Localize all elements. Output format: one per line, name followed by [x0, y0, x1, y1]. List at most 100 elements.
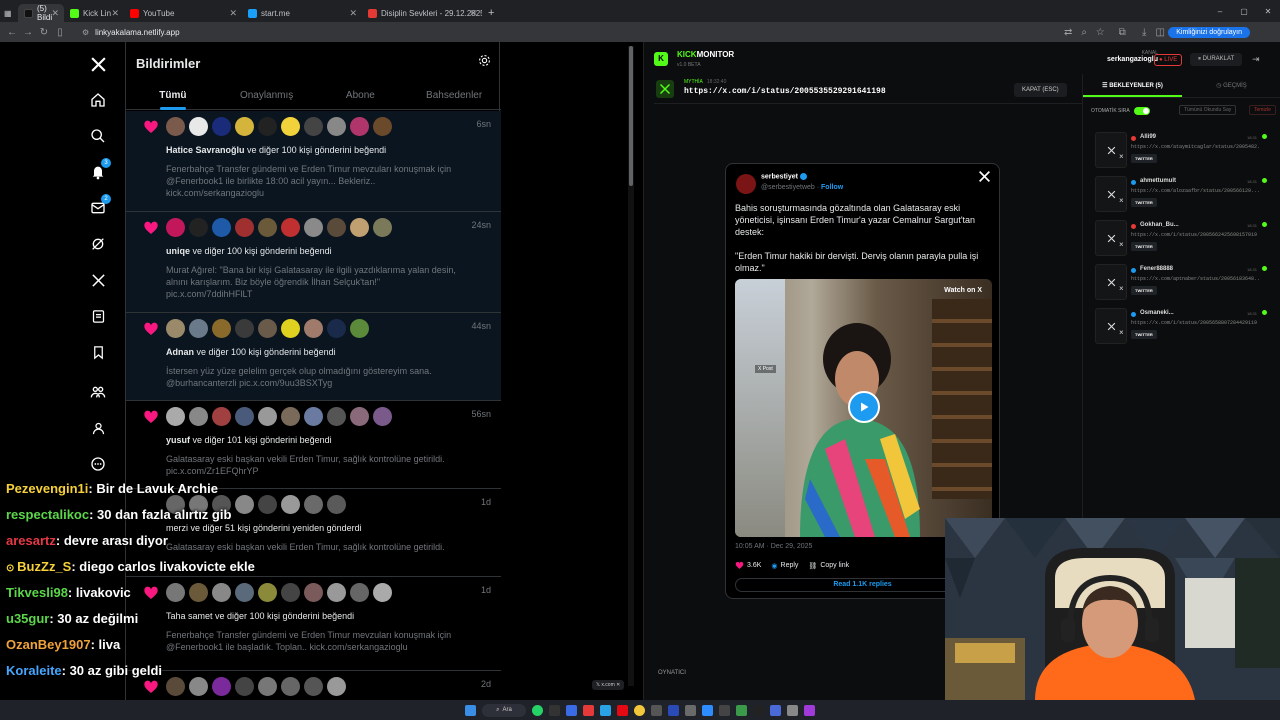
avatar[interactable]	[212, 117, 231, 136]
obs-icon[interactable]	[752, 704, 764, 716]
x-com-chip[interactable]: 𝕏 x.com ✕	[592, 680, 625, 690]
grok-icon[interactable]	[88, 234, 108, 254]
remove-icon[interactable]: ×	[1119, 152, 1124, 161]
avatar[interactable]	[327, 495, 346, 514]
avatar[interactable]	[327, 583, 346, 602]
avatar[interactable]	[235, 319, 254, 338]
remove-icon[interactable]: ×	[1119, 284, 1124, 293]
avatar[interactable]	[281, 218, 300, 237]
close-window-icon[interactable]: ✕	[1256, 7, 1280, 16]
messages-icon[interactable]: 2	[88, 194, 111, 218]
browser-tab-youtube[interactable]: YouTube ✕	[124, 4, 242, 22]
tab-mentions[interactable]: Bahsedenler	[407, 82, 501, 109]
notification-item[interactable]: 6sn Hatice Savranoğlu ve diğer 100 kişi …	[126, 111, 501, 212]
sidebar-toggle-icon[interactable]: ▯	[52, 27, 68, 38]
browser-tab-kick[interactable]: Kick Lin ✕	[64, 4, 124, 22]
download-icon[interactable]: ⤓	[1136, 27, 1152, 38]
avatar[interactable]	[373, 218, 392, 237]
telegram-icon[interactable]	[599, 704, 611, 716]
remove-icon[interactable]: ×	[1119, 196, 1124, 205]
home-icon[interactable]	[88, 90, 108, 110]
mark-all-read-button[interactable]: Tümünü Okundu Say	[1179, 105, 1237, 115]
notifications-icon[interactable]: 3	[88, 158, 111, 182]
avatar[interactable]	[258, 117, 277, 136]
queue-link[interactable]: https://x.com/i/status/20056588072844291…	[1131, 320, 1259, 326]
app-icon[interactable]	[769, 704, 781, 716]
chrome-icon[interactable]	[633, 704, 645, 716]
avatar[interactable]	[258, 218, 277, 237]
avatar[interactable]	[281, 407, 300, 426]
avatar[interactable]	[373, 117, 392, 136]
remove-icon[interactable]: ×	[1119, 328, 1124, 337]
pause-button[interactable]: ⏸ DURAKLAT	[1190, 53, 1243, 66]
gear-icon[interactable]	[478, 54, 491, 72]
avatar[interactable]	[350, 218, 369, 237]
queue-item[interactable]: × Alli99 18:31 https://x.com/ataymitcagl…	[1095, 132, 1273, 172]
tab-subscriptions[interactable]: Abone	[314, 82, 408, 109]
avatar[interactable]	[350, 583, 369, 602]
follow-button[interactable]: Follow	[821, 184, 843, 191]
search-icon[interactable]	[88, 126, 108, 146]
avatar[interactable]	[304, 319, 323, 338]
extensions-icon[interactable]: ⧉	[1114, 27, 1130, 38]
zoom-icon[interactable]	[701, 704, 713, 716]
profile-icon[interactable]	[88, 418, 108, 438]
bookmark-star-icon[interactable]: ☆	[1092, 27, 1108, 38]
windows-start-icon[interactable]	[465, 704, 477, 716]
avatar[interactable]	[327, 117, 346, 136]
avatar[interactable]	[373, 583, 392, 602]
x-logo-icon[interactable]	[978, 170, 991, 188]
queue-link[interactable]: https://x.com/aptnaber/status/2005618364…	[1131, 276, 1259, 282]
app-icon[interactable]	[582, 704, 594, 716]
site-info-icon[interactable]: ⚙	[82, 28, 89, 37]
browser-tab-startme[interactable]: start.me ✕	[242, 4, 362, 22]
avatar[interactable]	[166, 218, 185, 237]
split-view-icon[interactable]: ◫	[1152, 27, 1168, 38]
remove-icon[interactable]: ×	[1119, 240, 1124, 249]
like-button[interactable]: 3.6K	[735, 561, 761, 570]
vpn-icon[interactable]	[667, 704, 679, 716]
app-icon[interactable]	[803, 704, 815, 716]
x-logo-icon[interactable]	[88, 54, 108, 74]
avatar[interactable]	[304, 117, 323, 136]
avatar[interactable]	[327, 218, 346, 237]
forward-icon[interactable]: →	[20, 27, 36, 38]
avatar[interactable]	[281, 319, 300, 338]
tweet-video[interactable]: Watch on X X Post	[735, 279, 992, 537]
new-tab-button[interactable]: +	[488, 7, 494, 19]
zoom-icon[interactable]: ⌕	[1076, 27, 1092, 38]
queue-item[interactable]: × ahmettumult 18:31 https://x.com/alozaa…	[1095, 176, 1273, 216]
avatar[interactable]	[327, 677, 346, 696]
avatar[interactable]	[212, 407, 231, 426]
minimize-icon[interactable]: –	[1208, 7, 1232, 16]
avatar[interactable]	[304, 218, 323, 237]
current-link[interactable]: https://x.com/i/status/20055355292916411…	[684, 87, 886, 96]
copy-link-button[interactable]: ⛓ Copy link	[808, 562, 849, 570]
tab-verified[interactable]: Onaylanmış	[220, 82, 314, 109]
whatsapp-icon[interactable]	[531, 704, 543, 716]
queue-item[interactable]: × Fener88888 18:31 https://x.com/aptnabe…	[1095, 264, 1273, 304]
avatar[interactable]	[235, 117, 254, 136]
queue-link[interactable]: https://x.com/ataymitcaglar/status/20054…	[1131, 144, 1259, 150]
close-tab-icon[interactable]: ✕	[111, 8, 119, 19]
browser-tab-x[interactable]: (5) Bildi ✕	[18, 4, 64, 22]
browser-tab-disiplin[interactable]: Disiplin Sevkleri - 29.12.2025 - ✕	[362, 4, 482, 22]
url-field[interactable]: ⚙ linkyakalama.netlify.app	[74, 24, 1060, 40]
notification-item[interactable]: 24sn uniqe ve diğer 100 kişi gönderini b…	[126, 212, 501, 313]
avatar[interactable]	[189, 407, 208, 426]
taskbar-search[interactable]: ⌕ Ara	[482, 703, 526, 717]
avatar[interactable]	[350, 407, 369, 426]
avatar[interactable]	[304, 677, 323, 696]
avatar[interactable]	[350, 117, 369, 136]
app-icon[interactable]	[548, 704, 560, 716]
avatar[interactable]	[304, 583, 323, 602]
mail-icon[interactable]	[565, 704, 577, 716]
auto-queue-toggle[interactable]: OTOMATİK SIRA	[1091, 107, 1150, 115]
close-tab-icon[interactable]: ✕	[229, 8, 237, 19]
avatar[interactable]	[304, 407, 323, 426]
toggle-switch[interactable]	[1133, 107, 1150, 115]
avatar[interactable]	[235, 407, 254, 426]
avatar[interactable]	[189, 218, 208, 237]
avatar[interactable]	[235, 218, 254, 237]
avatar[interactable]	[327, 319, 346, 338]
